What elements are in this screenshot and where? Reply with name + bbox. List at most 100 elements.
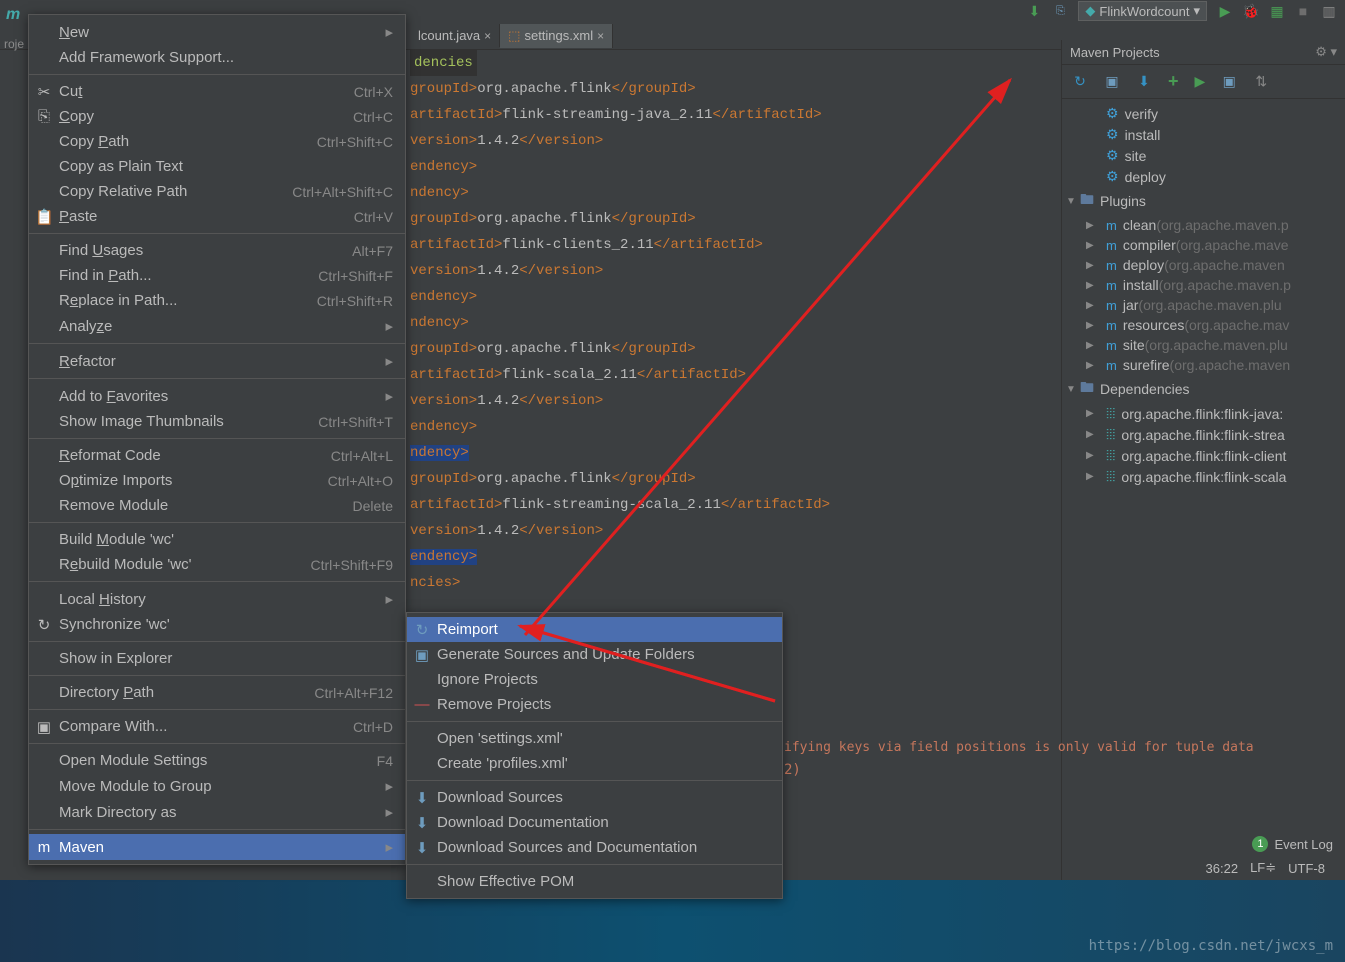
stop-button[interactable]: ■ — [1295, 3, 1311, 19]
menu-item-directory-path[interactable]: Directory PathCtrl+Alt+F12 — [29, 680, 405, 705]
submenu-item-open-settings-xml-[interactable]: Open 'settings.xml' — [407, 726, 782, 751]
maven-toolbar: ↻ ▣ ⬇ + ▶ ▣ ⇅ — [1062, 65, 1345, 99]
menu-item-paste[interactable]: 📋PasteCtrl+V — [29, 204, 405, 229]
menu-item-reformat-code[interactable]: Reformat CodeCtrl+Alt+L — [29, 443, 405, 468]
reimport-icon[interactable]: ↻ — [1072, 74, 1088, 90]
plugin-site[interactable]: ▶msite (org.apache.maven.plu — [1062, 335, 1345, 355]
menu-item-copy[interactable]: ⎘CopyCtrl+C — [29, 104, 405, 129]
toggle-offline-icon[interactable]: ⇅ — [1253, 74, 1269, 90]
debug-button[interactable]: 🐞 — [1243, 3, 1259, 19]
folder-icon: 🖿 — [1080, 377, 1094, 401]
close-icon[interactable]: × — [484, 29, 491, 43]
maven-plugin-icon: m — [1106, 238, 1117, 253]
app-icon: ◆ — [1085, 3, 1095, 19]
plugin-deploy[interactable]: ▶mdeploy (org.apache.maven — [1062, 255, 1345, 275]
lifecycle-site[interactable]: ⚙site — [1062, 145, 1345, 166]
submenu-label: Download Documentation — [437, 814, 609, 831]
menu-label: Cut — [59, 83, 82, 100]
download-icon[interactable]: ⬇ — [1026, 3, 1042, 19]
menu-item-replace-in-path-[interactable]: Replace in Path...Ctrl+Shift+R — [29, 288, 405, 313]
library-icon: ⦙⦙⦙ — [1106, 405, 1115, 422]
menu-item-find-usages[interactable]: Find UsagesAlt+F7 — [29, 238, 405, 263]
menu-item-optimize-imports[interactable]: Optimize ImportsCtrl+Alt+O — [29, 468, 405, 493]
generate-icon[interactable]: ▣ — [1104, 74, 1120, 90]
plugin-jar[interactable]: ▶mjar (org.apache.maven.plu — [1062, 295, 1345, 315]
submenu-item-remove-projects[interactable]: —Remove Projects — [407, 692, 782, 717]
menu-item-copy-relative-path[interactable]: Copy Relative Path Ctrl+Alt+Shift+C — [29, 179, 405, 204]
status-bar: 36:22 LF≑ UTF-8 — [1186, 856, 1345, 880]
menu-item-synchronize-wc-[interactable]: ↻Synchronize 'wc' — [29, 612, 405, 637]
binary-icon[interactable]: ⎘ — [1052, 3, 1068, 19]
dependency-item[interactable]: ▶⦙⦙⦙org.apache.flink:flink-java: — [1062, 403, 1345, 424]
menu-item-analyze[interactable]: Analyze▸ — [29, 313, 405, 339]
submenu-item-create-profiles-xml-[interactable]: Create 'profiles.xml' — [407, 751, 782, 776]
menu-item-add-framework-support-[interactable]: Add Framework Support... — [29, 45, 405, 70]
menu-item-open-module-settings[interactable]: Open Module SettingsF4 — [29, 748, 405, 773]
dependency-item[interactable]: ▶⦙⦙⦙org.apache.flink:flink-scala — [1062, 466, 1345, 487]
submenu-item-generate-sources-and-update-folders[interactable]: ▣Generate Sources and Update Folders — [407, 642, 782, 667]
menu-item-local-history[interactable]: Local History▸ — [29, 586, 405, 612]
menu-item-copy-as-plain-text[interactable]: Copy as Plain Text — [29, 154, 405, 179]
layout-button[interactable]: ▥ — [1321, 3, 1337, 19]
menu-shortcut: F4 — [377, 753, 393, 769]
menu-item-build-module-wc-[interactable]: Build Module 'wc' — [29, 527, 405, 552]
menu-item-cut[interactable]: ✂CutCtrl+X — [29, 79, 405, 104]
menu-item-maven[interactable]: mMaven▸ — [29, 834, 405, 860]
run-button[interactable]: ▶ — [1217, 3, 1233, 19]
menu-item-copy-path[interactable]: Copy PathCtrl+Shift+C — [29, 129, 405, 154]
expand-icon: ▶ — [1086, 360, 1094, 371]
expand-icon: ▶ — [1086, 471, 1094, 482]
add-maven-project-icon[interactable]: + — [1168, 71, 1179, 92]
dependency-item[interactable]: ▶⦙⦙⦙org.apache.flink:flink-client — [1062, 445, 1345, 466]
run-configuration-selector[interactable]: ◆ FlinkWordcount ▾ — [1078, 1, 1207, 21]
submenu-item-download-documentation[interactable]: ⬇ Download Documentation — [407, 810, 782, 835]
event-log-link[interactable]: 1 Event Log — [1252, 836, 1333, 852]
submenu-item-show-effective-pom[interactable]: Show Effective POM — [407, 869, 782, 894]
plugin-resources[interactable]: ▶mresources (org.apache.mav — [1062, 315, 1345, 335]
menu-label: Copy Relative Path — [59, 183, 187, 200]
line-separator[interactable]: LF≑ — [1250, 860, 1276, 876]
app-logo: m — [6, 6, 20, 24]
menu-label: Remove Module — [59, 497, 168, 514]
plugin-clean[interactable]: ▶mclean (org.apache.maven.p — [1062, 215, 1345, 235]
menu-item-move-module-to-group[interactable]: Move Module to Group▸ — [29, 773, 405, 799]
file-encoding[interactable]: UTF-8 — [1288, 861, 1325, 876]
menu-label: Paste — [59, 208, 97, 225]
tab-settings-xml[interactable]: ⬚ settings.xml × — [500, 24, 613, 48]
run-maven-icon[interactable]: ▶ — [1195, 73, 1206, 90]
menu-shortcut: Ctrl+Alt+Shift+C — [292, 184, 393, 200]
menu-item-remove-module[interactable]: Remove ModuleDelete — [29, 493, 405, 518]
menu-item-show-image-thumbnails[interactable]: Show Image ThumbnailsCtrl+Shift+T — [29, 409, 405, 434]
close-icon[interactable]: × — [597, 29, 604, 43]
lifecycle-install[interactable]: ⚙install — [1062, 124, 1345, 145]
submenu-item-download-sources[interactable]: ⬇Download Sources — [407, 785, 782, 810]
menu-item-compare-with-[interactable]: ▣Compare With...Ctrl+D — [29, 714, 405, 739]
gear-icon[interactable]: ⚙ ▾ — [1315, 44, 1337, 60]
plugin-install[interactable]: ▶minstall (org.apache.maven.p — [1062, 275, 1345, 295]
menu-item-rebuild-module-wc-[interactable]: Rebuild Module 'wc'Ctrl+Shift+F9 — [29, 552, 405, 577]
menu-item-mark-directory-as[interactable]: Mark Directory as▸ — [29, 799, 405, 825]
plugin-surefire[interactable]: ▶msurefire (org.apache.maven — [1062, 355, 1345, 375]
maven-run-config-icon[interactable]: ▣ — [1221, 74, 1237, 90]
plugin-compiler[interactable]: ▶mcompiler (org.apache.mave — [1062, 235, 1345, 255]
event-count-badge: 1 — [1252, 836, 1268, 852]
submenu-item-reimport[interactable]: ↻Reimport — [407, 617, 782, 642]
menu-shortcut: Ctrl+V — [354, 209, 393, 225]
coverage-button[interactable]: ▦ — [1269, 3, 1285, 19]
code-editor[interactable]: dencies groupId>org.apache.flink</groupI… — [410, 50, 1045, 660]
plugins-group[interactable]: ▼🖿Plugins — [1062, 187, 1345, 215]
submenu-item-download-sources-and-documentation[interactable]: ⬇Download Sources and Documentation — [407, 835, 782, 860]
lifecycle-verify[interactable]: ⚙verify — [1062, 103, 1345, 124]
menu-item-refactor[interactable]: Refactor▸ — [29, 348, 405, 374]
dependencies-group[interactable]: ▼🖿Dependencies — [1062, 375, 1345, 403]
menu-item-find-in-path-[interactable]: Find in Path...Ctrl+Shift+F — [29, 263, 405, 288]
submenu-item-ignore-projects[interactable]: Ignore Projects — [407, 667, 782, 692]
menu-item-show-in-explorer[interactable]: Show in Explorer — [29, 646, 405, 671]
dependency-item[interactable]: ▶⦙⦙⦙org.apache.flink:flink-strea — [1062, 424, 1345, 445]
lifecycle-deploy[interactable]: ⚙deploy — [1062, 166, 1345, 187]
download-sources-icon[interactable]: ⬇ — [1136, 74, 1152, 90]
menu-item-add-to-favorites[interactable]: Add to Favorites▸ — [29, 383, 405, 409]
menu-item-new[interactable]: New▸ — [29, 19, 405, 45]
submenu-icon: ⬇ — [413, 814, 431, 832]
tab-java-file[interactable]: lcount.java × — [410, 24, 500, 47]
